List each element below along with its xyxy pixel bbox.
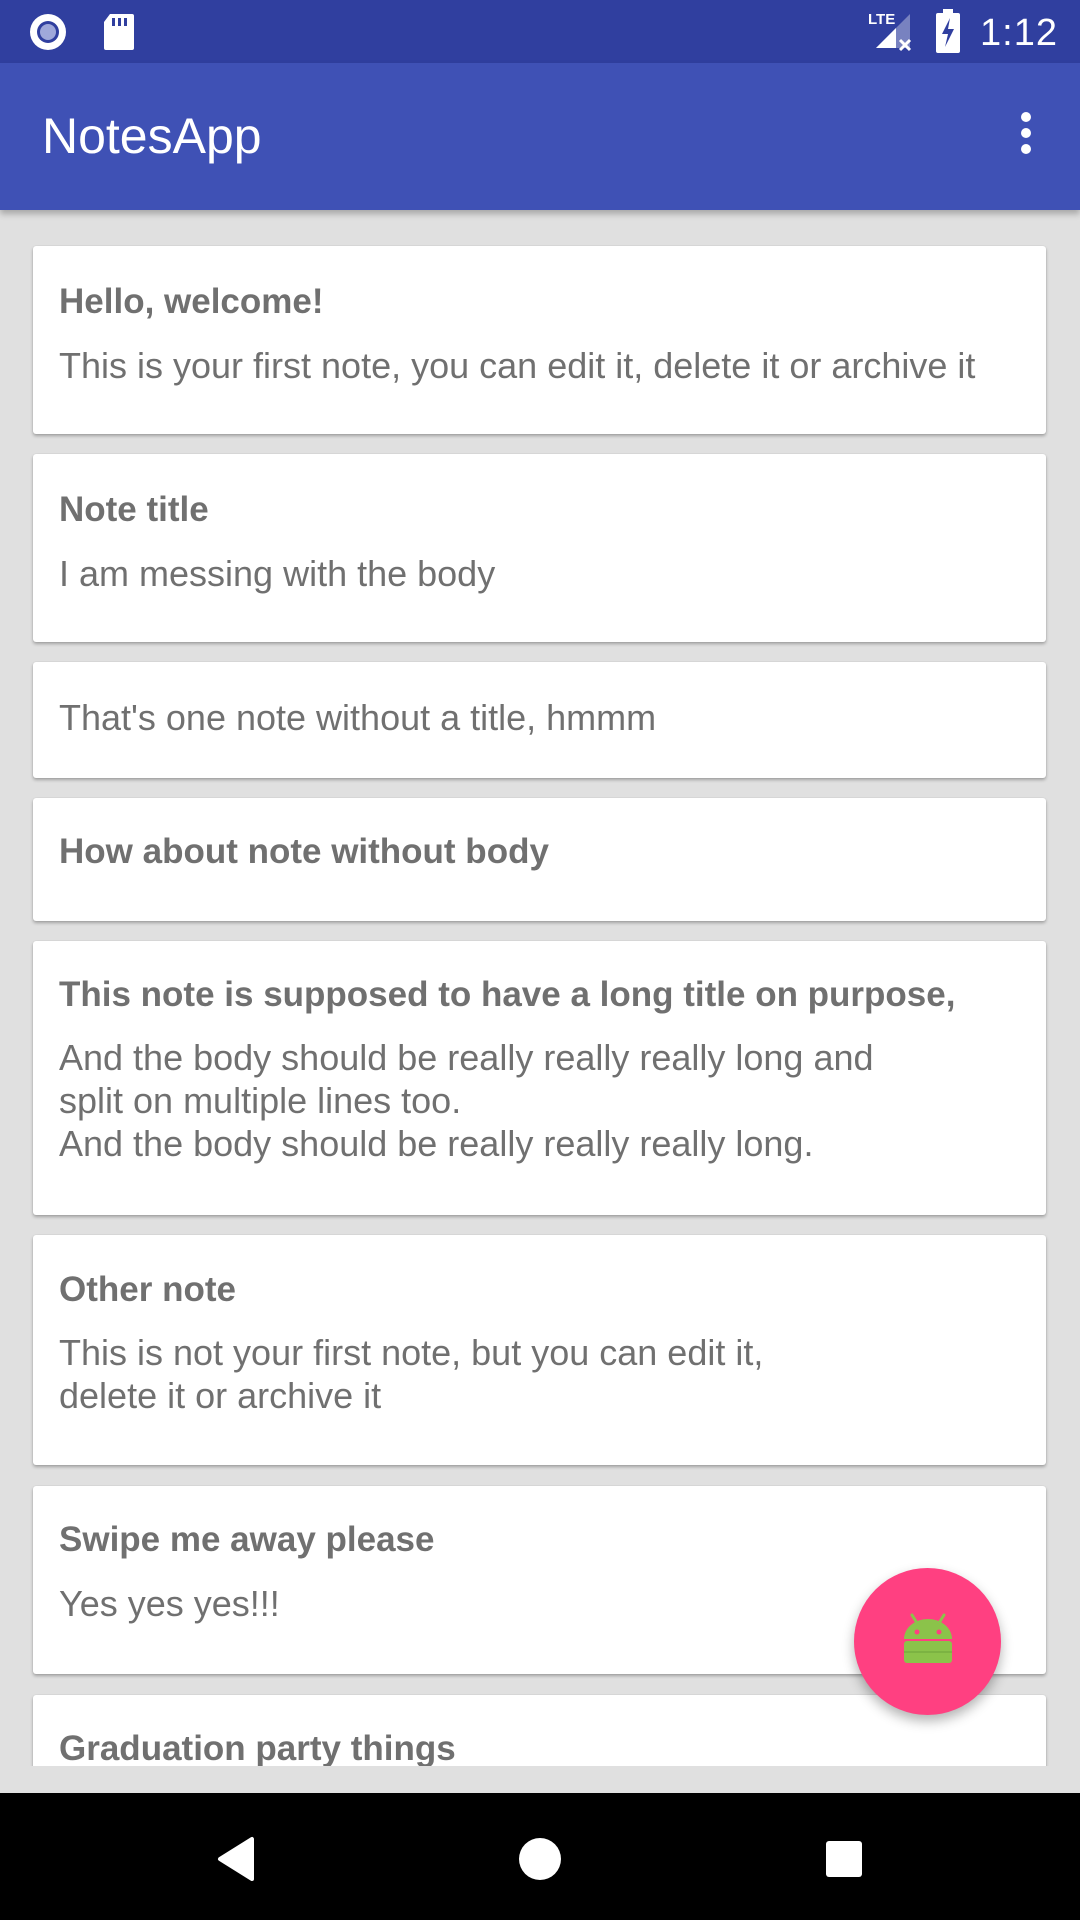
note-card[interactable]: Other note This is not your first note, … [33,1235,1046,1465]
more-vert-icon [1020,111,1032,160]
status-bar: LTE 1:12 [0,0,1080,63]
app-title: NotesApp [42,108,262,164]
battery-charging-icon [934,9,962,58]
home-icon [518,1837,562,1886]
overflow-menu-button[interactable] [996,105,1056,165]
app-bar: NotesApp [0,63,1080,210]
note-title: Other note [59,1270,236,1309]
recents-button[interactable] [804,1821,884,1901]
note-body: This is your first note, you can edit it… [59,345,976,386]
sd-card-icon [102,12,136,57]
clock-time: 1:12 [980,12,1058,54]
android-icon [900,1611,956,1672]
note-body: Yes yes yes!!! [59,1583,280,1624]
note-card[interactable]: That's one note without a title, hmmm [33,662,1046,778]
note-card[interactable]: How about note without body [33,798,1046,921]
note-body: That's one note without a title, hmmm [59,697,657,738]
note-card[interactable]: This note is supposed to have a long tit… [33,941,1046,1215]
back-button[interactable] [196,1821,276,1901]
recents-icon [824,1839,864,1884]
navigation-bar [0,1793,1080,1920]
notification-circle-icon [28,12,68,57]
back-icon [214,1835,258,1888]
note-body: I am messing with the body [59,553,496,594]
lte-signal-icon: LTE [866,8,916,59]
svg-text:LTE: LTE [868,11,895,28]
note-title: Hello, welcome! [59,282,324,321]
note-body: And the body should be really really rea… [59,1037,874,1164]
note-card[interactable]: Note title I am messing with the body [33,454,1046,642]
notes-list[interactable]: Hello, welcome! This is your first note,… [0,210,1080,1766]
note-title: Note title [59,490,209,529]
note-title: Graduation party things [59,1729,456,1766]
add-note-fab[interactable] [854,1568,1001,1715]
note-body: This is not your first note, but you can… [59,1332,764,1416]
note-title: How about note without body [59,832,549,871]
home-button[interactable] [500,1821,580,1901]
note-card[interactable]: Hello, welcome! This is your first note,… [33,246,1046,434]
note-title: Swipe me away please [59,1520,435,1559]
note-title: This note is supposed to have a long tit… [59,975,956,1014]
